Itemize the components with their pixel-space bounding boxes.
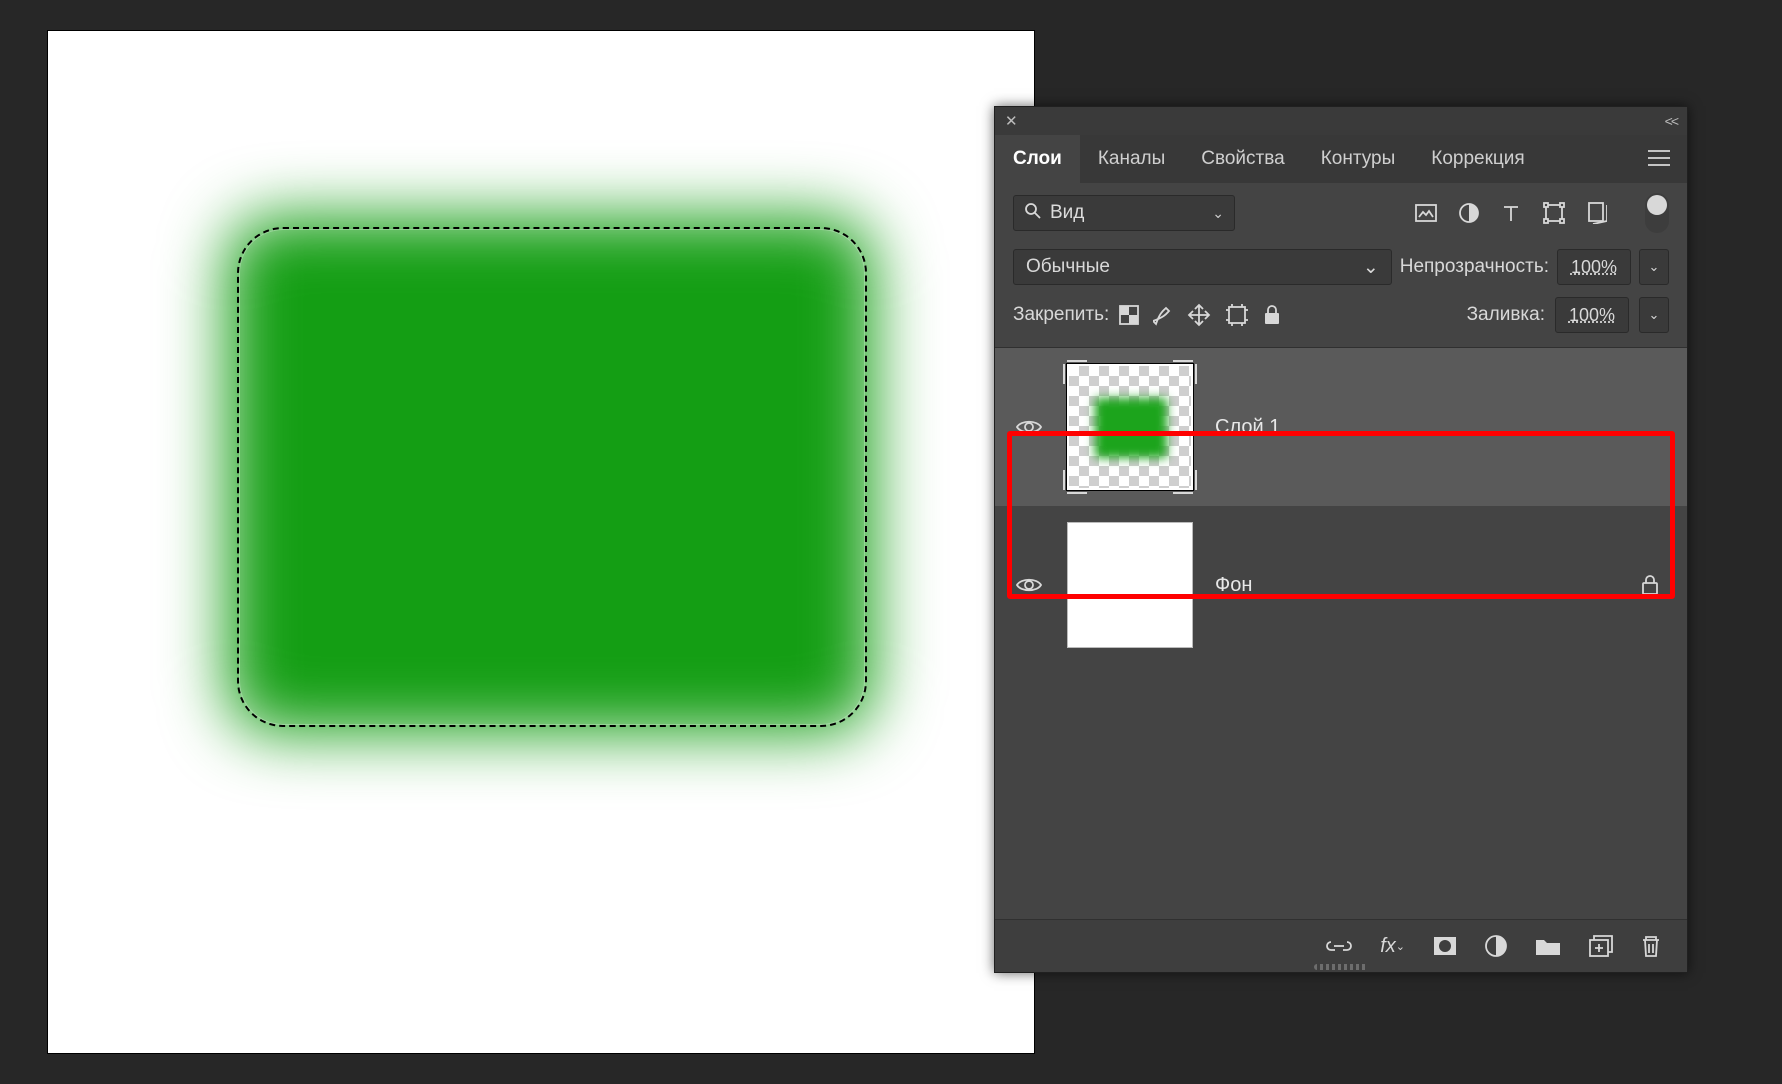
tab-paths[interactable]: Контуры xyxy=(1303,135,1414,183)
filter-pixel-icon[interactable] xyxy=(1415,204,1437,222)
canvas[interactable] xyxy=(48,31,1034,1053)
close-icon[interactable]: ✕ xyxy=(1005,112,1018,130)
layer-row-background[interactable]: Фон xyxy=(995,506,1687,664)
collapse-icon[interactable]: << xyxy=(1665,113,1677,129)
fill-label: Заливка: xyxy=(1467,304,1545,326)
chevron-down-icon: ⌄ xyxy=(1363,256,1379,279)
layer-row-layer1[interactable]: Слой 1 xyxy=(995,348,1687,506)
layer-filter-select[interactable]: Вид ⌄ xyxy=(1013,195,1235,231)
filter-adjust-icon[interactable] xyxy=(1459,203,1479,223)
layer-name[interactable]: Фон xyxy=(1215,574,1252,597)
opacity-value[interactable]: 100% xyxy=(1557,249,1631,285)
delete-layer-icon[interactable] xyxy=(1641,934,1661,958)
lock-row: Закрепить: Заливка: 100% ⌄ xyxy=(995,291,1687,347)
blend-mode-select[interactable]: Обычные ⌄ xyxy=(1013,249,1392,285)
lock-position-icon[interactable] xyxy=(1187,303,1211,327)
filter-row: Вид ⌄ xyxy=(995,183,1687,243)
new-adjustment-icon[interactable] xyxy=(1485,935,1507,957)
panel-menu-icon[interactable] xyxy=(1647,149,1671,167)
resize-grip[interactable] xyxy=(1314,964,1368,970)
link-layers-icon[interactable] xyxy=(1326,938,1352,954)
filter-shape-icon[interactable] xyxy=(1543,202,1565,224)
tab-channels[interactable]: Каналы xyxy=(1080,135,1183,183)
lock-pixels-icon[interactable] xyxy=(1153,304,1173,326)
layers-list: Слой 1 Фон xyxy=(995,347,1687,664)
panel-footer: fx ⌄ xyxy=(995,919,1687,972)
visibility-icon[interactable] xyxy=(1013,576,1045,594)
new-layer-icon[interactable] xyxy=(1589,935,1613,957)
chevron-down-icon: ⌄ xyxy=(1212,205,1224,222)
new-group-icon[interactable] xyxy=(1535,936,1561,956)
layers-panel: ✕ << Слои Каналы Свойства Контуры Коррек… xyxy=(994,106,1688,973)
fill-stepper[interactable]: ⌄ xyxy=(1639,297,1669,333)
filter-type-text-icon[interactable] xyxy=(1501,203,1521,223)
panel-tabs: Слои Каналы Свойства Контуры Коррекция xyxy=(995,135,1687,183)
layer-thumbnail[interactable] xyxy=(1067,522,1193,648)
tab-layers[interactable]: Слои xyxy=(995,135,1080,183)
opacity-label: Непрозрачность: xyxy=(1400,256,1549,278)
opacity-stepper[interactable]: ⌄ xyxy=(1639,249,1669,285)
panel-header: ✕ << xyxy=(995,107,1687,135)
tab-properties[interactable]: Свойства xyxy=(1183,135,1302,183)
layer-thumbnail[interactable] xyxy=(1067,364,1193,490)
lock-transparency-icon[interactable] xyxy=(1119,305,1139,325)
tab-adjust[interactable]: Коррекция xyxy=(1413,135,1542,183)
lock-icon[interactable] xyxy=(1641,574,1659,596)
fill-value[interactable]: 100% xyxy=(1555,297,1629,333)
blend-mode-label: Обычные xyxy=(1026,256,1110,278)
lock-icons xyxy=(1119,303,1281,327)
layer-name[interactable]: Слой 1 xyxy=(1215,416,1280,439)
layer-fx-icon[interactable]: fx ⌄ xyxy=(1380,935,1405,958)
filter-type-icons xyxy=(1415,202,1607,224)
search-icon xyxy=(1024,202,1042,225)
add-mask-icon[interactable] xyxy=(1433,936,1457,956)
selection-marquee[interactable] xyxy=(237,227,867,727)
blend-row: Обычные ⌄ Непрозрачность: 100% ⌄ xyxy=(995,243,1687,291)
filter-toggle[interactable] xyxy=(1645,193,1669,233)
lock-label: Закрепить: xyxy=(1013,304,1109,326)
lock-artboard-icon[interactable] xyxy=(1225,303,1249,327)
layer-filter-label: Вид xyxy=(1050,202,1204,224)
visibility-icon[interactable] xyxy=(1013,418,1045,436)
lock-all-icon[interactable] xyxy=(1263,304,1281,326)
filter-smart-icon[interactable] xyxy=(1587,202,1607,224)
